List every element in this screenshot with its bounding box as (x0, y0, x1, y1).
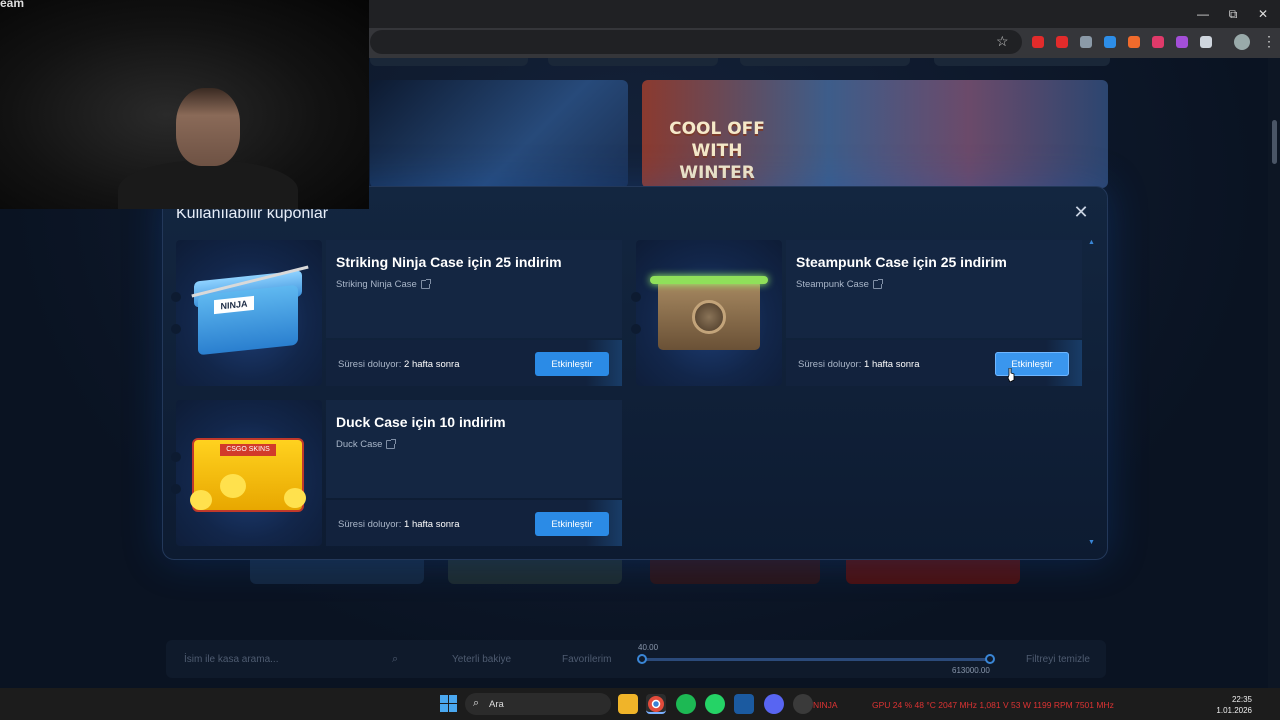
taskbar-search-label[interactable]: Ara (489, 699, 504, 710)
steam-icon[interactable] (734, 694, 754, 714)
expiry-label: Süresi doluyor: (798, 359, 862, 370)
coupon-expiry: Süresi doluyor: 1 hafta sonra (338, 519, 459, 530)
external-link-icon[interactable] (386, 439, 397, 449)
webcam-person-shirt (118, 160, 298, 209)
case-link[interactable]: Duck Case (336, 439, 397, 450)
discord-icon[interactable] (764, 694, 784, 714)
modal-scroll-up-icon[interactable]: ▲ (1088, 239, 1095, 246)
search-icon[interactable]: ⌕ (392, 653, 398, 666)
activate-button[interactable]: Etkinleştir (535, 352, 609, 376)
case-label: CSGO SKINS (220, 444, 276, 456)
address-bar[interactable] (370, 30, 1022, 54)
price-range-slider[interactable] (642, 658, 990, 661)
banner-title: COOL OFF WITH WINTER (669, 119, 765, 183)
category-pill[interactable] (548, 58, 718, 66)
category-pill[interactable] (934, 58, 1110, 66)
coupon-card: NINJA Striking Ninja Case için 25 indiri… (171, 240, 622, 386)
page-scrollbar-thumb[interactable] (1272, 120, 1277, 164)
webcam-person (176, 88, 240, 166)
profile-avatar[interactable] (1234, 34, 1250, 50)
restore-button[interactable]: ⧉ (1216, 0, 1250, 28)
extension-icon[interactable] (1200, 36, 1212, 48)
coupon-card: CSGO SKINS Duck Case için 10 indirim Duc… (171, 400, 622, 546)
case-tile[interactable] (250, 560, 424, 584)
external-link-icon[interactable] (420, 279, 431, 289)
hand-cursor-icon (1007, 368, 1015, 382)
extension-icon[interactable] (1176, 36, 1188, 48)
expiry-value: 2 hafta sonra (404, 359, 460, 370)
case-image (631, 240, 782, 386)
spotify-icon[interactable] (676, 694, 696, 714)
taskbar-search[interactable] (465, 693, 611, 715)
case-link-text[interactable]: Duck Case (336, 439, 382, 450)
case-body (198, 284, 298, 356)
clock-time: 22:35 (1231, 695, 1252, 704)
price-range-min: 40.00 (638, 643, 659, 652)
duck-decoration (284, 488, 306, 508)
category-pill[interactable] (740, 58, 910, 66)
coupon-expiry: Süresi doluyor: 2 hafta sonra (338, 359, 459, 370)
case-image: NINJA (171, 240, 322, 386)
expiry-label: Süresi doluyor: (338, 359, 402, 370)
range-max-handle[interactable] (985, 654, 995, 664)
nzxt-label: NINJA (813, 700, 838, 710)
promo-banner-left[interactable] (370, 80, 628, 188)
coupon-card: Steampunk Case için 25 indirim Steampunk… (631, 240, 1082, 386)
extension-icon[interactable] (1080, 36, 1092, 48)
clock-date: 1.01.2026 (1216, 706, 1252, 715)
range-min-handle[interactable] (637, 654, 647, 664)
case-link-text[interactable]: Striking Ninja Case (336, 279, 417, 290)
webcam-overlay: eam (0, 0, 369, 209)
minimize-button[interactable]: — (1186, 0, 1220, 28)
coupon-expiry: Süresi doluyor: 1 hafta sonra (798, 359, 919, 370)
clear-filter-button[interactable]: Filtreyi temizle (1026, 654, 1090, 665)
kebab-icon[interactable]: ⋮ (1262, 33, 1276, 50)
case-tube (650, 276, 768, 284)
expiry-label: Süresi doluyor: (338, 519, 402, 530)
extension-icon[interactable] (1152, 36, 1164, 48)
case-link[interactable]: Striking Ninja Case (336, 279, 431, 290)
case-dial (692, 300, 726, 334)
extension-icon[interactable] (1128, 36, 1140, 48)
coupon-title: Striking Ninja Case için 25 indirim (336, 254, 562, 270)
case-tile[interactable] (846, 560, 1020, 584)
affordable-filter[interactable]: Yeterli bakiye (452, 654, 511, 665)
extension-icon[interactable] (1056, 36, 1068, 48)
case-search-input[interactable]: İsim ile kasa arama... (184, 654, 278, 665)
case-tile[interactable] (448, 560, 622, 584)
webcam-text: eam (0, 0, 25, 10)
coupon-title: Steampunk Case için 25 indirim (796, 254, 1007, 270)
case-link-text[interactable]: Steampunk Case (796, 279, 869, 290)
category-pill[interactable] (370, 58, 528, 66)
coupon-title: Duck Case için 10 indirim (336, 414, 506, 430)
modal-scroll-down-icon[interactable]: ▼ (1088, 539, 1095, 546)
case-tile[interactable] (650, 560, 820, 584)
search-icon[interactable]: ⌕ (473, 697, 479, 710)
obs-icon[interactable] (793, 694, 813, 714)
hardware-stats: GPU 24 % 48 °C 2047 MHz 1,081 V 53 W 119… (872, 700, 1114, 710)
expiry-value: 1 hafta sonra (864, 359, 920, 370)
activate-button[interactable]: Etkinleştir (535, 512, 609, 536)
file-explorer-icon[interactable] (618, 694, 638, 714)
case-link[interactable]: Steampunk Case (796, 279, 883, 290)
close-icon[interactable]: ✕ (1072, 203, 1090, 221)
duck-decoration (190, 490, 212, 510)
whatsapp-icon[interactable] (705, 694, 725, 714)
windows-start-icon[interactable] (440, 695, 457, 712)
chrome-icon[interactable] (646, 694, 666, 714)
taskbar-clock[interactable]: 22:35 1.01.2026 (1214, 694, 1252, 716)
price-range-max: 613000.00 (952, 666, 990, 675)
star-icon[interactable]: ☆ (996, 33, 1009, 50)
extension-icon[interactable] (1104, 36, 1116, 48)
extension-icon[interactable] (1032, 36, 1044, 48)
favorites-filter[interactable]: Favorilerim (562, 654, 611, 665)
external-link-icon[interactable] (872, 279, 883, 289)
duck-decoration (220, 474, 246, 498)
case-image: CSGO SKINS (171, 400, 322, 546)
window-close-button[interactable]: ✕ (1246, 0, 1280, 28)
expiry-value: 1 hafta sonra (404, 519, 460, 530)
